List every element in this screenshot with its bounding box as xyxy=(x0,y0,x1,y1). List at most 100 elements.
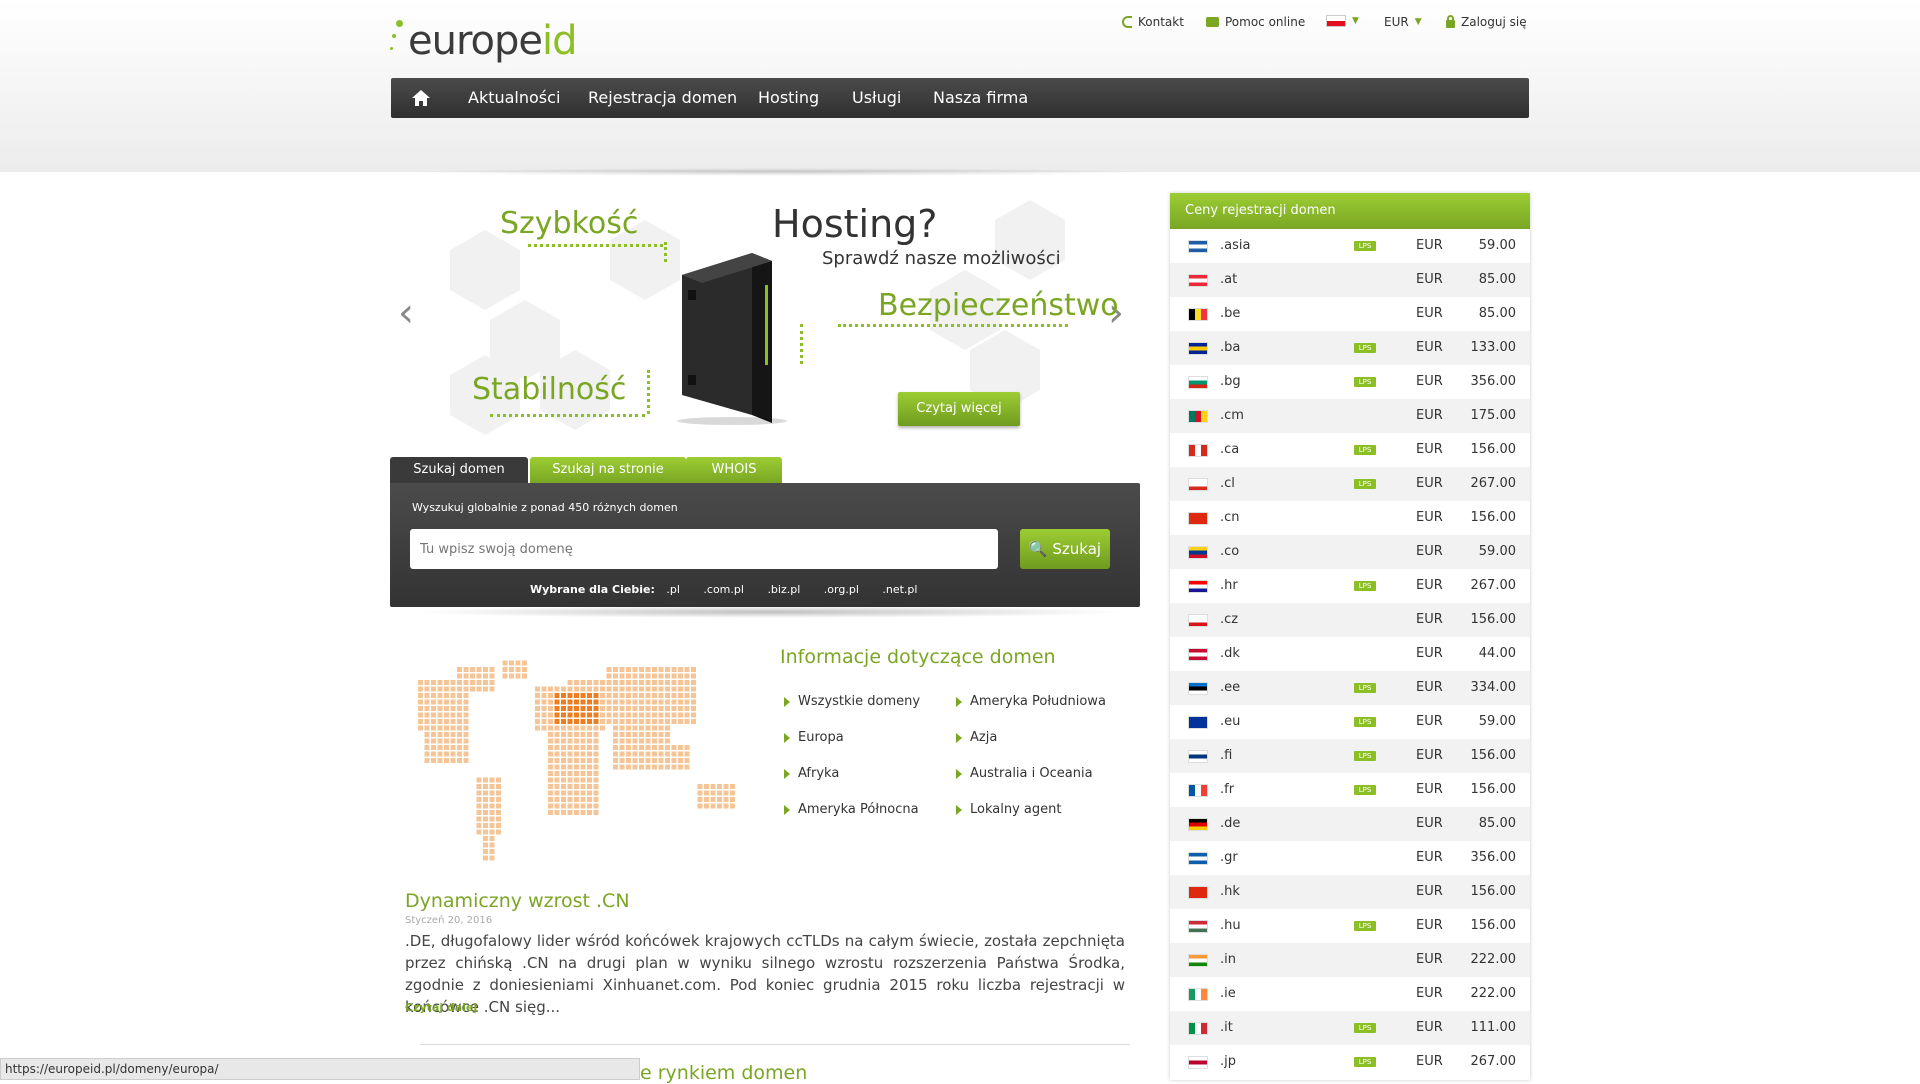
search-button[interactable]: 🔍 Szukaj xyxy=(1020,529,1110,569)
tld-name: .hr xyxy=(1220,578,1238,593)
suggest-link-org-pl[interactable]: .org.pl xyxy=(824,583,859,596)
tld-name: .ba xyxy=(1220,340,1241,355)
dotted-connector xyxy=(838,322,1068,327)
price-row[interactable]: .be EUR 85.00 xyxy=(1170,297,1530,331)
country-flag-icon xyxy=(1188,444,1208,457)
tab-site-search[interactable]: Szukaj na stronie xyxy=(530,457,686,483)
price-row[interactable]: .cn EUR 156.00 xyxy=(1170,501,1530,535)
lps-badge: LPS xyxy=(1354,241,1376,251)
price-row[interactable]: .gr EUR 356.00 xyxy=(1170,841,1530,875)
read-more-button[interactable]: Czytaj więcej xyxy=(898,392,1020,426)
contact-link[interactable]: Kontakt xyxy=(1122,15,1184,29)
nav-item-hosting[interactable]: Hosting xyxy=(758,78,819,118)
price-value: 222.00 xyxy=(1470,986,1517,1001)
price-row[interactable]: .ca LPS EUR 156.00 xyxy=(1170,433,1530,467)
price-row[interactable]: .asia LPS EUR 59.00 xyxy=(1170,229,1530,263)
price-row[interactable]: .co EUR 59.00 xyxy=(1170,535,1530,569)
tld-name: .ca xyxy=(1220,442,1240,457)
price-row[interactable]: .cz EUR 156.00 xyxy=(1170,603,1530,637)
price-row[interactable]: .hu LPS EUR 156.00 xyxy=(1170,909,1530,943)
link-north-america[interactable]: Ameryka Północna xyxy=(784,802,919,817)
price-row[interactable]: .hr LPS EUR 267.00 xyxy=(1170,569,1530,603)
domain-info-title: Informacje dotyczące domen xyxy=(780,646,1056,668)
price-currency: EUR xyxy=(1416,714,1443,729)
price-row[interactable]: .ie EUR 222.00 xyxy=(1170,977,1530,1011)
news-title[interactable]: Dynamiczny wzrost .CN xyxy=(405,890,630,912)
price-value: 156.00 xyxy=(1470,782,1517,797)
country-flag-icon xyxy=(1188,274,1208,287)
language-selector[interactable]: ▼ xyxy=(1326,15,1359,27)
price-currency: EUR xyxy=(1416,850,1443,865)
price-row[interactable]: .de EUR 85.00 xyxy=(1170,807,1530,841)
suggest-link-net-pl[interactable]: .net.pl xyxy=(882,583,917,596)
link-local-agent[interactable]: Lokalny agent xyxy=(956,802,1061,817)
price-row[interactable]: .it LPS EUR 111.00 xyxy=(1170,1011,1530,1045)
country-flag-icon xyxy=(1188,818,1208,831)
tab-domain-search[interactable]: Szukaj domen xyxy=(390,457,528,483)
price-value: 44.00 xyxy=(1478,646,1516,661)
link-africa[interactable]: Afryka xyxy=(784,766,839,781)
slider-prev-arrow[interactable]: ‹ xyxy=(398,290,414,336)
country-flag-icon xyxy=(1188,580,1208,593)
currency-label: EUR xyxy=(1384,15,1409,29)
price-row[interactable]: .bg LPS EUR 356.00 xyxy=(1170,365,1530,399)
nav-item-news[interactable]: Aktualności xyxy=(468,78,560,118)
domain-search-input[interactable] xyxy=(410,529,998,569)
currency-selector[interactable]: EUR ▼ xyxy=(1384,15,1422,29)
price-value: 156.00 xyxy=(1470,442,1517,457)
tld-name: .asia xyxy=(1220,238,1251,253)
price-value: 156.00 xyxy=(1470,918,1517,933)
lps-badge: LPS xyxy=(1354,581,1376,591)
link-europe[interactable]: Europa xyxy=(784,730,844,745)
site-logo[interactable]: europeid xyxy=(390,14,578,70)
lps-badge: LPS xyxy=(1354,445,1376,455)
price-row[interactable]: .cm EUR 175.00 xyxy=(1170,399,1530,433)
price-value: 111.00 xyxy=(1470,1020,1517,1035)
country-flag-icon xyxy=(1188,750,1208,763)
next-news-title[interactable]: e rynkiem domen xyxy=(640,1062,807,1084)
suggest-link-com-pl[interactable]: .com.pl xyxy=(703,583,744,596)
nav-item-domain-registration[interactable]: Rejestracja domen xyxy=(588,78,737,118)
suggest-link-biz-pl[interactable]: .biz.pl xyxy=(767,583,800,596)
tab-whois[interactable]: WHOIS xyxy=(686,457,782,483)
price-currency: EUR xyxy=(1416,1020,1443,1035)
help-online-link[interactable]: Pomoc online xyxy=(1206,15,1305,29)
price-row[interactable]: .eu LPS EUR 59.00 xyxy=(1170,705,1530,739)
lps-badge: LPS xyxy=(1354,751,1376,761)
link-all-domains[interactable]: Wszystkie domeny xyxy=(784,694,920,709)
tld-name: .eu xyxy=(1220,714,1241,729)
nav-item-company[interactable]: Nasza firma xyxy=(933,78,1028,118)
login-link[interactable]: Zaloguj się xyxy=(1446,14,1527,29)
price-row[interactable]: .ba LPS EUR 133.00 xyxy=(1170,331,1530,365)
price-row[interactable]: .hk EUR 156.00 xyxy=(1170,875,1530,909)
world-map[interactable] xyxy=(392,654,762,864)
price-row[interactable]: .dk EUR 44.00 xyxy=(1170,637,1530,671)
price-currency: EUR xyxy=(1416,952,1443,967)
price-row[interactable]: .in EUR 222.00 xyxy=(1170,943,1530,977)
domain-search-panel: Wyszukuj globalnie z ponad 450 różnych d… xyxy=(390,483,1140,607)
suggest-link-pl[interactable]: .pl xyxy=(666,583,680,596)
price-row[interactable]: .fr LPS EUR 156.00 xyxy=(1170,773,1530,807)
link-asia[interactable]: Azja xyxy=(956,730,997,745)
price-value: 267.00 xyxy=(1470,1054,1517,1069)
search-button-label: Szukaj xyxy=(1052,540,1102,558)
nav-item-services[interactable]: Usługi xyxy=(852,78,901,118)
price-currency: EUR xyxy=(1416,986,1443,1001)
price-currency: EUR xyxy=(1416,748,1443,763)
price-row[interactable]: .at EUR 85.00 xyxy=(1170,263,1530,297)
home-icon[interactable] xyxy=(411,88,431,108)
link-australia-oceania[interactable]: Australia i Oceania xyxy=(956,766,1093,781)
dotted-connector xyxy=(662,242,667,262)
price-currency: EUR xyxy=(1416,884,1443,899)
price-value: 175.00 xyxy=(1470,408,1517,423)
price-row[interactable]: .cl LPS EUR 267.00 xyxy=(1170,467,1530,501)
price-row[interactable]: .jp LPS EUR 267.00 xyxy=(1170,1045,1530,1079)
news-read-more-link[interactable]: Czytaj dalej xyxy=(405,1001,477,1014)
price-row[interactable]: .fi LPS EUR 156.00 xyxy=(1170,739,1530,773)
price-currency: EUR xyxy=(1416,578,1443,593)
lps-badge: LPS xyxy=(1354,921,1376,931)
country-flag-icon xyxy=(1188,648,1208,661)
link-south-america[interactable]: Ameryka Południowa xyxy=(956,694,1106,709)
dotted-connector xyxy=(800,324,843,364)
price-row[interactable]: .ee LPS EUR 334.00 xyxy=(1170,671,1530,705)
